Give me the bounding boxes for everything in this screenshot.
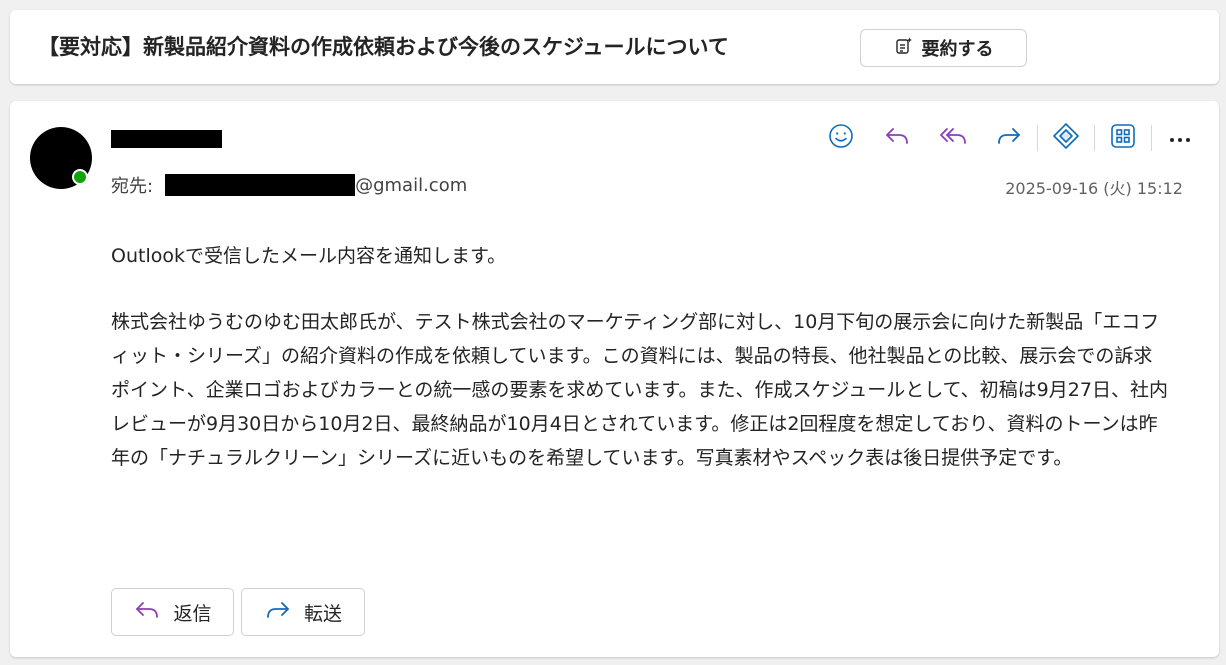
email-subject: 【要対応】新製品紹介資料の作成依頼および今後のスケジュールについて bbox=[38, 35, 729, 59]
received-date: 2025-09-16 (火) 15:12 bbox=[1005, 179, 1183, 198]
reply-all-toolbar-button[interactable] bbox=[925, 121, 981, 155]
reply-toolbar-button[interactable] bbox=[869, 121, 925, 155]
more-actions-button[interactable] bbox=[1152, 121, 1208, 155]
reply-all-icon bbox=[938, 124, 968, 152]
body-paragraph: Outlookで受信したメール内容を通知します。 bbox=[111, 245, 507, 267]
react-button[interactable] bbox=[813, 121, 869, 155]
emoji-icon bbox=[828, 123, 854, 153]
more-icon bbox=[1168, 129, 1192, 148]
reply-button[interactable]: 返信 bbox=[111, 588, 234, 636]
reply-label: 返信 bbox=[173, 602, 212, 625]
copilot-button[interactable] bbox=[1038, 121, 1094, 155]
to-label: 宛先: bbox=[111, 176, 154, 197]
body-paragraph: 株式会社ゆうむのゆむ田太郎氏が、テスト株式会社のマーケティング部に対し、10月下… bbox=[111, 311, 1168, 469]
reply-icon bbox=[883, 124, 911, 152]
subject-header: 【要対応】新製品紹介資料の作成依頼および今後のスケジュールについて 要約する bbox=[10, 10, 1219, 84]
summarize-label: 要約する bbox=[921, 39, 994, 60]
sparkle-document-icon bbox=[894, 36, 914, 60]
message-card: 宛先: @gmail.com 2025-09-16 (火) 15:12 Outl… bbox=[10, 101, 1219, 657]
forward-toolbar-button[interactable] bbox=[981, 121, 1037, 155]
apps-icon bbox=[1110, 123, 1136, 153]
reply-icon bbox=[133, 598, 161, 626]
recipient-redacted[interactable] bbox=[165, 174, 356, 196]
sender-name-redacted[interactable] bbox=[111, 130, 222, 148]
forward-icon bbox=[264, 598, 292, 626]
forward-label: 転送 bbox=[303, 602, 342, 625]
summarize-button[interactable]: 要約する bbox=[860, 29, 1027, 67]
copilot-icon bbox=[1052, 122, 1080, 154]
presence-badge bbox=[72, 169, 88, 185]
apps-button[interactable] bbox=[1095, 121, 1151, 155]
forward-icon bbox=[995, 124, 1023, 152]
message-body: Outlookで受信したメール内容を通知します。 株式会社ゆうむのゆむ田太郎氏が… bbox=[111, 239, 1171, 507]
message-toolbar bbox=[813, 121, 1208, 155]
forward-button[interactable]: 転送 bbox=[241, 588, 365, 636]
recipient-row: 宛先: @gmail.com bbox=[111, 173, 467, 197]
recipient-domain: @gmail.com bbox=[355, 174, 468, 196]
